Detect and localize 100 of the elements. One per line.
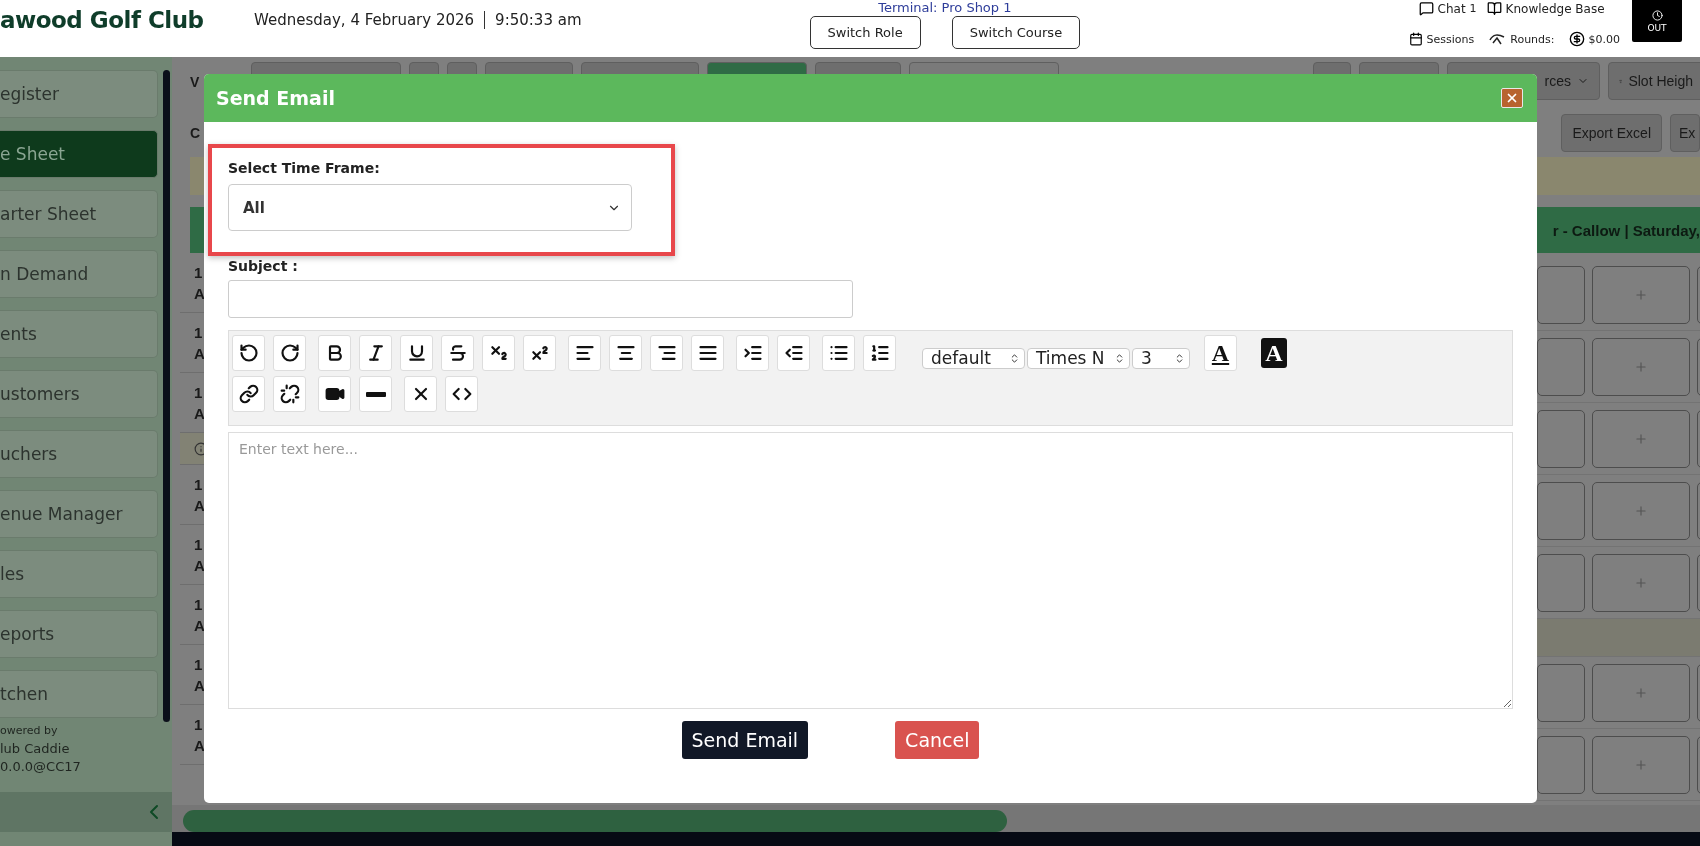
superscript-button[interactable] <box>523 335 556 371</box>
undo-button[interactable] <box>232 335 265 371</box>
booking-slot[interactable] <box>1592 663 1690 722</box>
club-name: awood Golf Club <box>0 6 205 33</box>
sidebar-item[interactable]: egister <box>0 70 158 118</box>
redo-button[interactable] <box>273 335 306 371</box>
align-left-icon <box>574 343 595 363</box>
add-icon[interactable] <box>1634 575 1648 590</box>
booking-slot[interactable] <box>1537 663 1585 722</box>
dialog-title: Send Email <box>216 87 335 109</box>
knowledge-base-link[interactable]: Knowledge Base <box>1505 1 1605 16</box>
strikethrough-button[interactable] <box>441 335 474 371</box>
clock-out-button[interactable]: OUT <box>1632 0 1682 42</box>
sidebar-item[interactable]: tchen <box>0 670 158 718</box>
subject-field[interactable] <box>228 280 853 318</box>
cancel-button[interactable]: Cancel <box>895 721 980 759</box>
bullet-list-icon <box>828 343 849 363</box>
code-button[interactable] <box>445 376 478 412</box>
align-justify-icon <box>697 343 718 363</box>
slot-period: A <box>194 283 206 304</box>
sidebar-item[interactable]: les <box>0 550 158 598</box>
sidebar-item[interactable]: n Demand <box>0 250 158 298</box>
booking-slot[interactable] <box>1537 553 1585 612</box>
updown-icon <box>1114 352 1125 364</box>
booking-slot[interactable] <box>1537 265 1585 324</box>
underline-button[interactable] <box>400 335 433 371</box>
sidebar-item[interactable]: uchers <box>0 430 158 478</box>
booking-slot[interactable] <box>1592 409 1690 468</box>
sidebar-item[interactable]: e Sheet <box>0 130 158 178</box>
chat-icon[interactable] <box>1418 1 1434 16</box>
time-frame-select[interactable]: All <box>228 184 632 231</box>
outdent-icon <box>783 343 804 363</box>
sidebar-item[interactable]: ents <box>0 310 158 358</box>
close-button[interactable] <box>1501 88 1523 108</box>
switch-button[interactable]: Switch Course <box>951 16 1081 49</box>
slot-time: 1 <box>194 534 204 555</box>
numbered-list-button[interactable] <box>863 335 896 371</box>
booking-slot[interactable] <box>1537 337 1585 396</box>
format-select[interactable]: 3 <box>1132 347 1190 369</box>
add-icon[interactable] <box>1634 757 1648 772</box>
video-button[interactable] <box>318 376 351 412</box>
numbered-list-icon <box>869 343 890 363</box>
course-header-text: r - Callow | Saturday, <box>1552 221 1700 239</box>
font-color-button[interactable]: A <box>1204 335 1237 371</box>
horizontal-rule-button[interactable] <box>359 376 392 412</box>
book-icon[interactable] <box>1486 1 1502 16</box>
slot-time: 1 <box>194 714 204 735</box>
add-icon[interactable] <box>1634 503 1648 518</box>
add-icon[interactable] <box>1634 431 1648 446</box>
format-select[interactable]: Times N <box>1027 347 1130 369</box>
link-button[interactable] <box>232 376 265 412</box>
booking-slot[interactable] <box>1537 481 1585 540</box>
slot-height-button[interactable]: Slot Heigh <box>1608 62 1700 100</box>
booking-slot[interactable] <box>1592 735 1690 794</box>
subscript-icon <box>488 343 509 363</box>
updown-icon <box>1174 352 1185 364</box>
highlight-color-button[interactable]: A <box>1261 338 1287 368</box>
sessions-link[interactable]: Sessions <box>1426 32 1475 46</box>
bold-button[interactable] <box>318 335 351 371</box>
sidebar-item[interactable]: arter Sheet <box>0 190 158 238</box>
format-select[interactable]: default <box>922 347 1025 369</box>
booking-slot[interactable] <box>1592 481 1690 540</box>
horizontal-scrollbar[interactable] <box>183 810 1007 832</box>
booking-slot[interactable] <box>1592 553 1690 612</box>
send-button[interactable]: Send Email <box>681 721 809 759</box>
sidebar-item[interactable]: eports <box>0 610 158 658</box>
slot-period: A <box>194 555 206 576</box>
indent-button[interactable] <box>736 335 769 371</box>
add-icon[interactable] <box>1634 685 1648 700</box>
outdent-button[interactable] <box>777 335 810 371</box>
sidebar-item[interactable]: ustomers <box>0 370 158 418</box>
clear-format-button[interactable] <box>404 376 437 412</box>
strikethrough-icon <box>447 343 468 363</box>
align-center-button[interactable] <box>609 335 642 371</box>
align-left-button[interactable] <box>568 335 601 371</box>
add-icon[interactable] <box>1634 287 1648 302</box>
booking-slot[interactable] <box>1537 735 1585 794</box>
unlink-button[interactable] <box>273 376 306 412</box>
chat-link[interactable]: Chat <box>1437 1 1466 16</box>
subscript-button[interactable] <box>482 335 515 371</box>
switch-button[interactable]: Switch Role <box>809 16 921 49</box>
slot-time: 1 <box>194 322 204 343</box>
link-icon <box>238 384 259 404</box>
export-button[interactable]: Ex <box>1670 114 1700 152</box>
subject-label: Subject : <box>228 258 299 274</box>
align-right-button[interactable] <box>650 335 683 371</box>
calendar-icon[interactable] <box>1408 32 1423 46</box>
italic-button[interactable] <box>359 335 392 371</box>
booking-slot[interactable] <box>1592 265 1690 324</box>
message-editor[interactable]: Enter text here... <box>228 432 1513 709</box>
balance-amount: $0.00 <box>1588 32 1620 46</box>
sidebar-scrollbar[interactable] <box>163 70 170 722</box>
booking-slot[interactable] <box>1592 337 1690 396</box>
bullet-list-button[interactable] <box>822 335 855 371</box>
export-button[interactable]: Export Excel <box>1561 114 1662 152</box>
booking-slot[interactable] <box>1537 409 1585 468</box>
time-frame-label: Select Time Frame: <box>228 160 381 176</box>
sidebar-item[interactable]: enue Manager <box>0 490 158 538</box>
add-icon[interactable] <box>1634 359 1648 374</box>
align-justify-button[interactable] <box>691 335 724 371</box>
